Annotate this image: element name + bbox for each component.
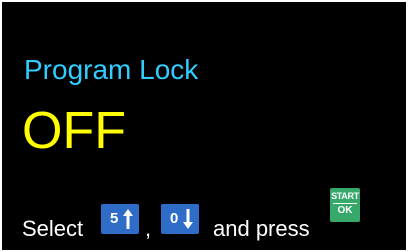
start-key-label: START bbox=[331, 191, 359, 201]
screen-title: Program Lock bbox=[24, 54, 199, 85]
arrow-up-icon bbox=[123, 209, 133, 229]
arrow-down-icon bbox=[183, 209, 193, 229]
instruction-prefix: Select bbox=[22, 216, 84, 241]
down-key-0: 0 bbox=[161, 204, 199, 234]
ok-key-label: OK bbox=[337, 205, 353, 216]
up-key-5: 5 bbox=[101, 204, 139, 234]
program-lock-state: OFF bbox=[22, 102, 126, 160]
instruction-line: Select 5 , 0 and press START OK bbox=[22, 188, 402, 244]
key-digit-5: 5 bbox=[110, 210, 119, 227]
lcd-screen: Program Lock OFF Select 5 , 0 and press … bbox=[0, 0, 408, 252]
key-divider bbox=[333, 203, 357, 204]
start-ok-key: START OK bbox=[330, 188, 360, 222]
instruction-suffix: and press bbox=[213, 216, 310, 241]
instruction-separator: , bbox=[145, 216, 152, 241]
key-digit-0: 0 bbox=[170, 210, 179, 227]
